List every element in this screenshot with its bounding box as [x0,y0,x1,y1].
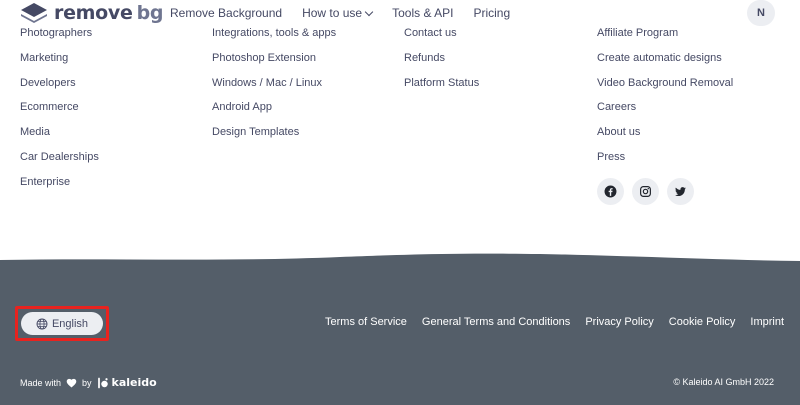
instagram-icon [640,186,651,197]
social-links [597,178,694,205]
heart-icon [66,378,77,388]
kaleido-text: kaleido [111,376,157,389]
nav-pricing[interactable]: Pricing [473,6,510,20]
facebook-icon [604,185,617,198]
link-ecommerce[interactable]: Ecommerce [20,95,99,120]
link-enterprise[interactable]: Enterprise [20,170,99,195]
language-selector-highlight: English [15,306,109,341]
footer-column-4: Affiliate Program Create automatic desig… [597,21,733,170]
link-marketing[interactable]: Marketing [20,46,99,71]
footer-column-2: Integrations, tools & apps Photoshop Ext… [212,21,336,145]
link-design-templates[interactable]: Design Templates [212,120,336,145]
link-car-dealerships[interactable]: Car Dealerships [20,145,99,170]
twitter-icon [675,187,686,197]
made-with-love: Made with by kaleido [20,376,157,389]
facebook-button[interactable] [597,178,624,205]
nav-how-to-use[interactable]: How to use [302,6,374,20]
legal-links: Terms of Service General Terms and Condi… [325,316,784,328]
footer-column-1: Photographers Marketing Developers Ecomm… [20,21,99,195]
logo-text-bg: bg [136,2,164,24]
link-android-app[interactable]: Android App [212,95,336,120]
footer-column-3: Contact us Refunds Platform Status [404,21,479,95]
link-general-terms[interactable]: General Terms and Conditions [422,316,570,328]
kaleido-mark-icon [97,377,108,388]
link-windows-mac-linux[interactable]: Windows / Mac / Linux [212,71,336,96]
link-careers[interactable]: Careers [597,95,733,120]
link-refunds[interactable]: Refunds [404,46,479,71]
logo-text-main: remove [54,2,133,24]
nav-tools-api[interactable]: Tools & API [392,6,453,20]
logo-layers-icon [21,3,47,23]
language-label: English [51,317,89,330]
link-create-automatic-designs[interactable]: Create automatic designs [597,46,733,71]
copyright-text: © Kaleido AI GmbH 2022 [673,377,774,387]
link-media[interactable]: Media [20,120,99,145]
chevron-down-icon [364,7,374,16]
nav-remove-background[interactable]: Remove Background [170,6,282,20]
link-privacy-policy[interactable]: Privacy Policy [585,316,653,328]
link-developers[interactable]: Developers [20,71,99,96]
link-cookie-policy[interactable]: Cookie Policy [669,316,736,328]
globe-icon [36,318,48,329]
main-nav: Remove Background How to use Tools & API… [170,6,530,20]
kaleido-logo[interactable]: kaleido [97,376,157,389]
link-about-us[interactable]: About us [597,120,733,145]
link-platform-status[interactable]: Platform Status [404,71,479,96]
by-text: by [82,377,92,388]
link-imprint[interactable]: Imprint [750,316,784,328]
language-selector-button[interactable]: English [21,312,103,335]
twitter-button[interactable] [667,178,694,205]
link-video-background-removal[interactable]: Video Background Removal [597,71,733,96]
link-terms-of-service[interactable]: Terms of Service [325,316,407,328]
removebg-logo[interactable]: remove bg [20,2,163,24]
user-avatar[interactable]: N [747,0,775,26]
link-photoshop-extension[interactable]: Photoshop Extension [212,46,336,71]
top-navbar: remove bg Remove Background How to use To… [0,0,800,28]
link-press[interactable]: Press [597,145,733,170]
instagram-button[interactable] [632,178,659,205]
made-with-text: Made with [20,377,62,388]
